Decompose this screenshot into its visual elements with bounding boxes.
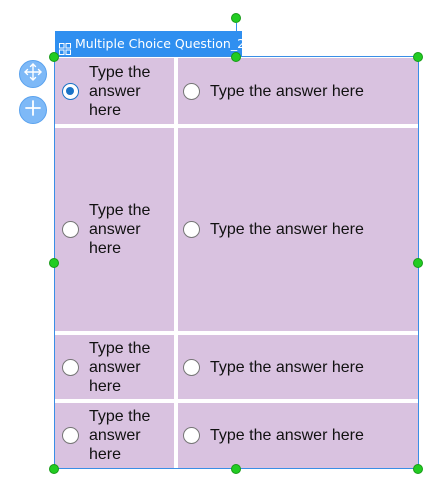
answer-text[interactable]: Type the answer here (89, 201, 159, 258)
resize-handle-top[interactable] (231, 52, 241, 62)
answer-cell[interactable]: Type the answer here (178, 335, 418, 399)
answer-text[interactable]: Type the answer here (89, 63, 159, 120)
answer-text[interactable]: Type the answer here (210, 426, 364, 445)
resize-handle-bottom-left[interactable] (49, 464, 59, 474)
answer-row: Type the answer here Type the answer her… (55, 58, 418, 124)
answer-row: Type the answer here Type the answer her… (55, 335, 418, 399)
answer-cell[interactable]: Type the answer here (178, 58, 418, 124)
answer-text[interactable]: Type the answer here (210, 220, 364, 239)
answer-cell[interactable]: Type the answer here (178, 403, 418, 468)
answer-text[interactable]: Type the answer here (210, 358, 364, 377)
add-button[interactable] (19, 96, 47, 124)
rotate-handle[interactable] (231, 13, 241, 23)
answer-cell[interactable]: Type the answer here (55, 128, 174, 331)
answer-text[interactable]: Type the answer here (210, 82, 364, 101)
radio-button[interactable] (183, 358, 200, 376)
answer-text[interactable]: Type the answer here (89, 407, 159, 464)
radio-button[interactable] (62, 427, 79, 444)
radio-button[interactable] (183, 427, 200, 444)
move-button[interactable] (19, 60, 47, 88)
answer-text[interactable]: Type the answer here (89, 339, 159, 396)
radio-button[interactable] (62, 221, 79, 238)
answer-cell[interactable]: Type the answer here (178, 128, 418, 331)
answer-row: Type the answer here Type the answer her… (55, 128, 418, 331)
question-title: Multiple Choice Question_2 (75, 36, 246, 51)
resize-handle-bottom[interactable] (231, 464, 241, 474)
grid-icon (59, 38, 71, 55)
answer-cell[interactable]: Type the answer here (55, 58, 174, 124)
resize-handle-left[interactable] (49, 258, 59, 268)
plus-icon (23, 98, 43, 123)
resize-handle-bottom-right[interactable] (413, 464, 423, 474)
resize-handle-right[interactable] (413, 258, 423, 268)
resize-handle-top-right[interactable] (413, 52, 423, 62)
question-title-tab[interactable]: Multiple Choice Question_2 (55, 31, 246, 57)
answer-cell[interactable]: Type the answer here (55, 403, 174, 468)
answer-row: Type the answer here Type the answer her… (55, 403, 418, 468)
answer-cell[interactable]: Type the answer here (55, 335, 174, 399)
radio-button[interactable] (183, 221, 200, 238)
resize-handle-top-left[interactable] (49, 52, 59, 62)
radio-button-selected[interactable] (62, 82, 79, 100)
radio-button[interactable] (62, 358, 79, 376)
move-arrows-icon (23, 62, 43, 87)
radio-button[interactable] (183, 82, 200, 100)
question-frame[interactable]: Type the answer here Type the answer her… (54, 56, 419, 469)
